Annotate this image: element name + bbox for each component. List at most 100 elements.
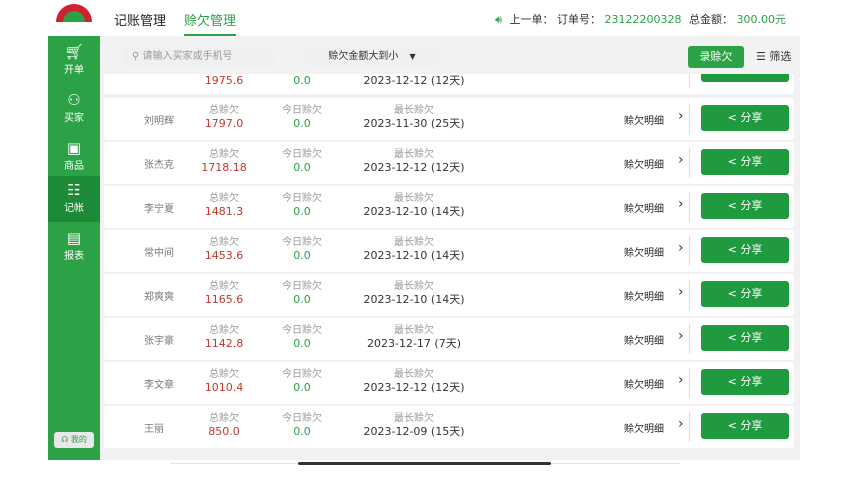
share-button[interactable] xyxy=(701,74,789,82)
today-credit: 今日赊欠 0.0 xyxy=(272,324,332,351)
credit-detail-link[interactable]: 赊欠明细 xyxy=(624,332,664,347)
my-button-label: 我的 xyxy=(70,435,87,444)
credit-detail-link[interactable]: 赊欠明细 xyxy=(624,156,664,171)
share-button[interactable]: < 分享 xyxy=(701,281,789,307)
share-button[interactable]: < 分享 xyxy=(701,105,789,131)
buyer-name: 郑爽爽 xyxy=(144,292,174,303)
total-credit-label: 总赊欠 xyxy=(209,105,239,116)
divider xyxy=(689,324,690,354)
today-credit: 今日赊欠 0.0 xyxy=(272,104,332,131)
total-credit-label: 总赊欠 xyxy=(209,193,239,204)
longest-credit-label: 最长赊欠 xyxy=(394,325,434,336)
chevron-right-icon[interactable]: › xyxy=(678,284,684,300)
chevron-right-icon[interactable]: › xyxy=(678,372,684,388)
chevron-right-icon[interactable]: › xyxy=(678,416,684,432)
share-label: 分享 xyxy=(740,419,763,432)
share-icon: < xyxy=(727,155,737,168)
list-item[interactable]: 李宁夏 总赊欠 1481.3 今日赊欠 0.0 最长赊欠 2023-12-10 (14天) 赊… xyxy=(104,186,794,228)
longest-credit-value: 2023-11-30 (25天) xyxy=(363,117,465,130)
filter-button[interactable]: ☰ 筛选 xyxy=(756,46,791,68)
divider xyxy=(689,280,690,310)
longest-credit: 2023-12-12 (12天) xyxy=(354,74,474,88)
chevron-right-icon[interactable]: › xyxy=(678,240,684,256)
divider xyxy=(689,192,690,222)
buyer-name: 刘明辉 xyxy=(144,116,174,127)
longest-credit-value: 2023-12-12 (12天) xyxy=(363,381,465,394)
today-credit-label: 今日赊欠 xyxy=(282,325,322,336)
headset-icon: ☊ xyxy=(61,435,69,444)
longest-credit-label: 最长赊欠 xyxy=(394,237,434,248)
buyer-name: 张杰克 xyxy=(144,160,174,171)
longest-credit-label: 最长赊欠 xyxy=(394,369,434,380)
list-item[interactable]: 郑爽爽 总赊欠 1165.6 今日赊欠 0.0 最长赊欠 2023-12-10 (14天) 赊… xyxy=(104,274,794,316)
list-item[interactable]: 1975.6 0.0 2023-12-12 (12天) xyxy=(104,74,794,94)
share-button[interactable]: < 分享 xyxy=(701,237,789,263)
total-credit-value: 1975.6 xyxy=(204,74,244,87)
sidebar-item-products[interactable]: ▣ 商品 xyxy=(48,134,100,180)
ledger-icon: ☷ xyxy=(67,181,81,199)
longest-credit-label: 最长赊欠 xyxy=(394,105,434,116)
total-credit-value: 1797.0 xyxy=(204,117,244,130)
longest-credit-value: 2023-12-10 (14天) xyxy=(363,205,465,218)
share-button[interactable]: < 分享 xyxy=(701,149,789,175)
total-credit-label: 总赊欠 xyxy=(209,237,239,248)
share-button[interactable]: < 分享 xyxy=(701,325,789,351)
last-order-info: 🔊︎ 上一单： 订单号： 23122200328 总金额： 300.00元 xyxy=(495,11,786,27)
my-button[interactable]: ☊ 我的 xyxy=(54,432,94,448)
chevron-right-icon[interactable]: › xyxy=(678,152,684,168)
total-credit-label: 总赊欠 xyxy=(209,281,239,292)
caret-down-icon: ▼ xyxy=(409,52,416,61)
list-item[interactable]: 张宇豪 总赊欠 1142.8 今日赊欠 0.0 最长赊欠 2023-12-17 (7天) 赊欠… xyxy=(104,318,794,360)
credit-detail-link[interactable]: 赊欠明细 xyxy=(624,200,664,215)
credit-detail-link[interactable]: 赊欠明细 xyxy=(624,420,664,435)
divider xyxy=(689,74,690,88)
sidebar-item-reports[interactable]: ▤ 报表 xyxy=(48,224,100,270)
chevron-right-icon[interactable]: › xyxy=(678,108,684,124)
sidebar-item-label: 买家 xyxy=(64,113,84,124)
share-button[interactable]: < 分享 xyxy=(701,413,789,439)
sort-select[interactable]: 赊欠金额大到小 ▼ xyxy=(305,46,439,68)
sidebar-item-label: 记帐 xyxy=(64,203,84,214)
record-credit-button[interactable]: 录赊欠 xyxy=(688,46,744,68)
share-button[interactable]: < 分享 xyxy=(701,369,789,395)
filter-icon: ☰ xyxy=(756,50,766,63)
share-label: 分享 xyxy=(740,155,763,168)
tab-bookkeeping[interactable]: 记账管理 xyxy=(114,10,166,29)
total-credit-value: 1010.4 xyxy=(204,381,244,394)
total-credit: 总赊欠 1142.8 xyxy=(194,324,254,351)
search-input[interactable]: ⚲ 请输入买家或手机号 xyxy=(122,46,276,68)
total-credit: 总赊欠 1010.4 xyxy=(194,368,254,395)
credit-detail-link[interactable]: 赊欠明细 xyxy=(624,376,664,391)
share-icon: < xyxy=(727,375,737,388)
chevron-right-icon[interactable]: › xyxy=(678,328,684,344)
total-credit-label: 总赊欠 xyxy=(209,369,239,380)
share-icon: < xyxy=(727,419,737,432)
today-credit-value: 0.0 xyxy=(293,381,311,394)
share-button[interactable]: < 分享 xyxy=(701,193,789,219)
today-credit: 今日赊欠 0.0 xyxy=(272,236,332,263)
credit-detail-link[interactable]: 赊欠明细 xyxy=(624,112,664,127)
chevron-right-icon[interactable]: › xyxy=(678,196,684,212)
sidebar-item-billing[interactable]: 🛒︎ 开单 xyxy=(48,38,100,84)
speaker-icon: 🔊︎ xyxy=(495,13,503,26)
cart-icon: 🛒︎ xyxy=(64,43,84,61)
order-no-label: 订单号： xyxy=(557,13,602,26)
list-item[interactable]: 张杰克 总赊欠 1718.18 今日赊欠 0.0 最长赊欠 2023-12-12 (12天)… xyxy=(104,142,794,184)
total-credit-value: 1165.6 xyxy=(204,293,244,306)
total-credit-label: 总赊欠 xyxy=(209,413,239,424)
list-item[interactable]: 刘明辉 总赊欠 1797.0 今日赊欠 0.0 最长赊欠 2023-11-30 (25天) 赊… xyxy=(104,98,794,140)
list-item[interactable]: 常中间 总赊欠 1453.6 今日赊欠 0.0 最长赊欠 2023-12-10 (14天) 赊… xyxy=(104,230,794,272)
today-credit-value: 0.0 xyxy=(293,293,311,306)
sidebar-item-ledger[interactable]: ☷ 记帐 xyxy=(48,176,100,222)
share-icon: < xyxy=(727,287,737,300)
list-item[interactable]: 王丽 总赊欠 850.0 今日赊欠 0.0 最长赊欠 2023-12-09 (15天) 赊欠明… xyxy=(104,406,794,448)
sidebar-item-buyers[interactable]: ⚇ 买家 xyxy=(48,86,100,132)
total-credit-value: 1453.6 xyxy=(204,249,244,262)
share-icon: < xyxy=(727,111,737,124)
credit-detail-link[interactable]: 赊欠明细 xyxy=(624,288,664,303)
credit-detail-link[interactable]: 赊欠明细 xyxy=(624,244,664,259)
list-item[interactable]: 李文章 总赊欠 1010.4 今日赊欠 0.0 最长赊欠 2023-12-12 (12天) 赊… xyxy=(104,362,794,404)
sort-value: 赊欠金额大到小 xyxy=(328,51,399,62)
order-no-value: 23122200328 xyxy=(604,13,682,26)
tab-credit[interactable]: 赊欠管理 xyxy=(184,10,237,36)
